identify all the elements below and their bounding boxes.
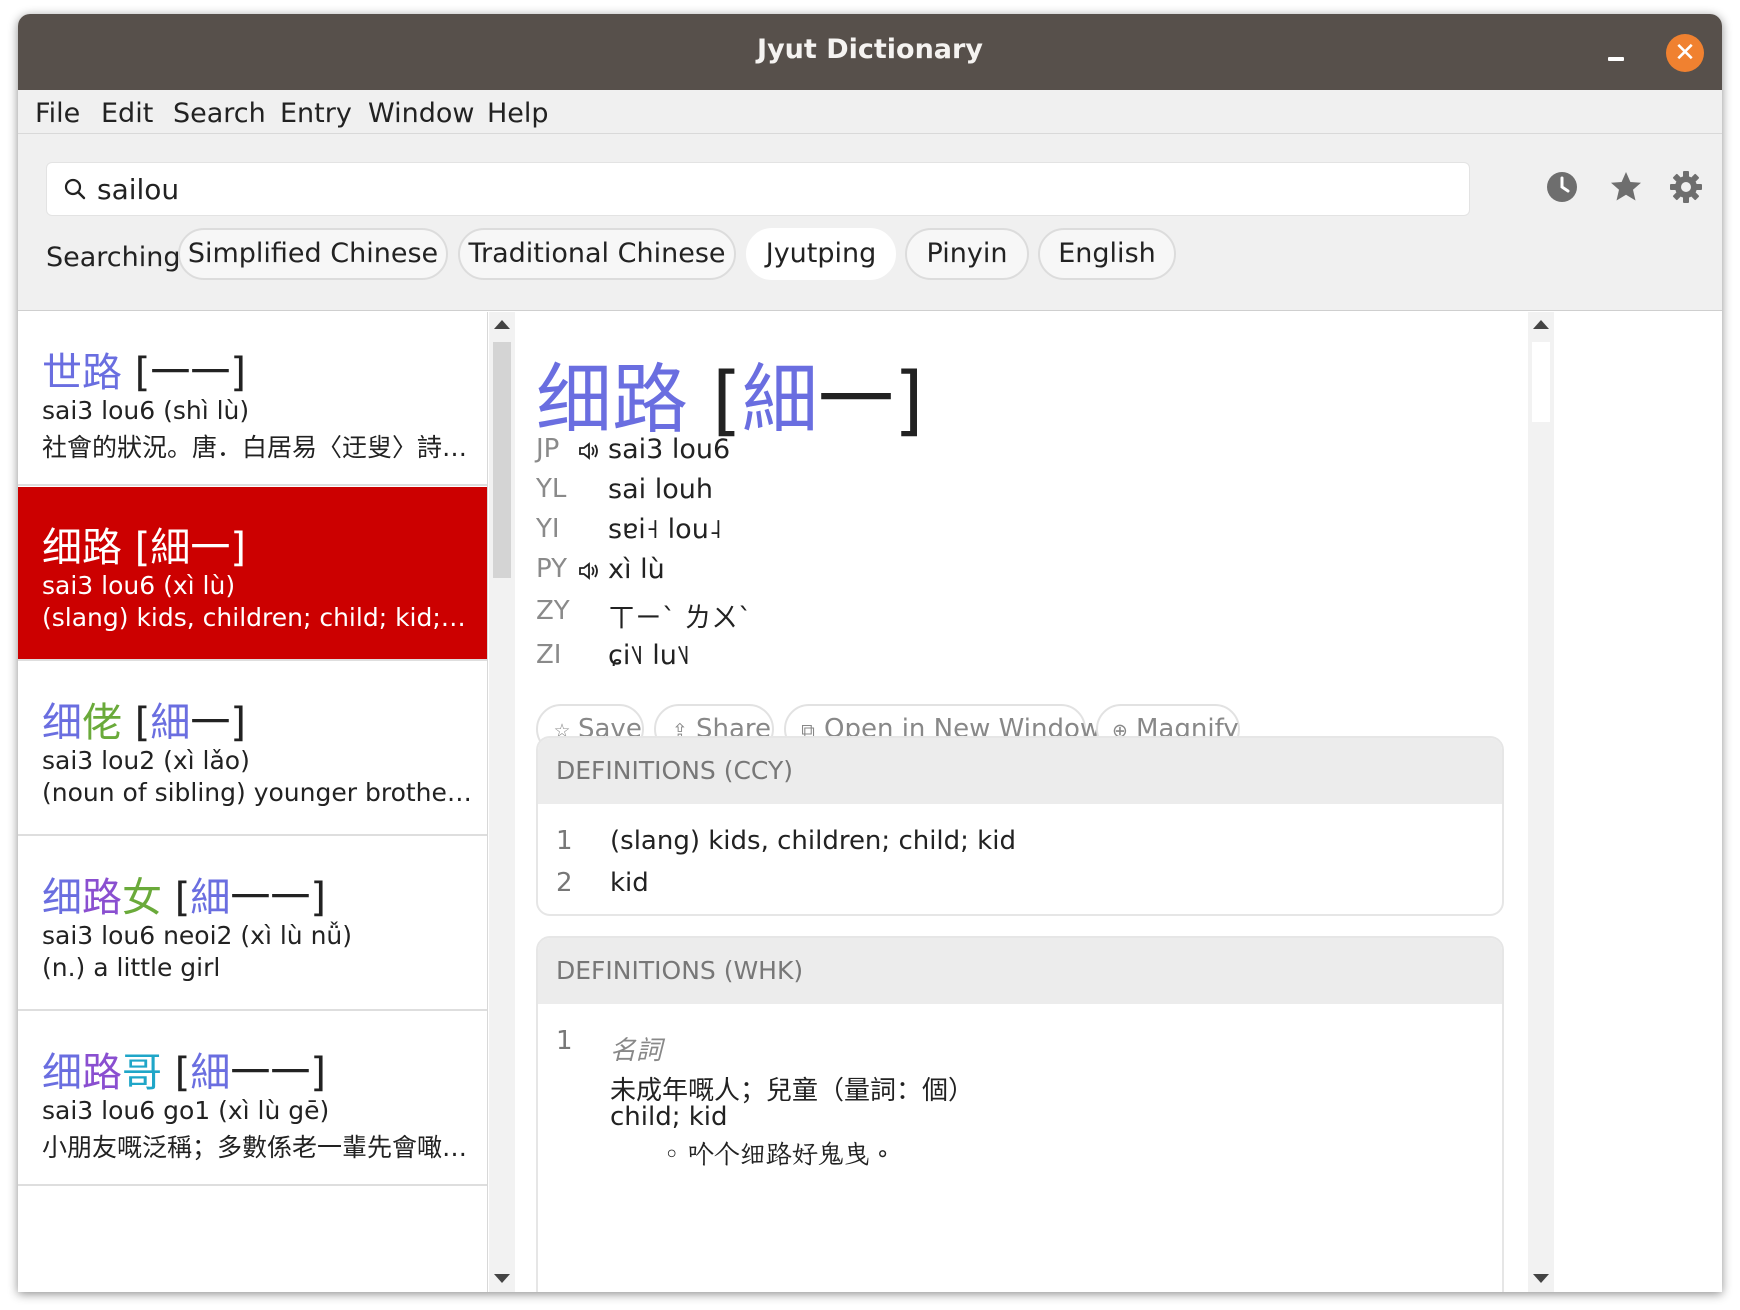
- result-item[interactable]: 细佬 [細一] sai3 lou2 (xì lǎo) (noun of sibl…: [18, 662, 487, 836]
- chip-pinyin[interactable]: Pinyin: [905, 228, 1029, 280]
- pron-value: xì lù: [608, 554, 665, 585]
- card-title: DEFINITIONS (CCY): [538, 738, 1502, 804]
- results-scroll-thumb[interactable]: [493, 342, 511, 578]
- pron-label: ZI: [536, 640, 562, 670]
- results-scrollbar[interactable]: [489, 312, 515, 1292]
- card-title: DEFINITIONS (WHK): [538, 938, 1502, 1004]
- speaker-icon[interactable]: [578, 560, 602, 582]
- close-icon: ✕: [1674, 38, 1696, 68]
- detail-scrollbar[interactable]: [1528, 312, 1554, 1292]
- search-input[interactable]: [97, 169, 1457, 209]
- result-definition: 社會的狀況。唐．白居易〈迂叟〉詩：...: [42, 433, 472, 462]
- search-box[interactable]: [46, 162, 1470, 216]
- result-pronunciation: sai3 lou6 go1 (xì lù gē): [42, 1096, 330, 1125]
- scroll-down-icon[interactable]: [494, 1274, 510, 1283]
- result-item-selected[interactable]: 细路 [細一] sai3 lou6 (xì lù) (slang) kids, …: [18, 487, 487, 661]
- minimize-button[interactable]: [1608, 57, 1624, 61]
- definitions-card-ccy: DEFINITIONS (CCY) 1 (slang) kids, childr…: [536, 736, 1504, 916]
- close-button[interactable]: ✕: [1666, 34, 1704, 72]
- result-headword: 细路哥 [細一一]: [42, 1050, 326, 1096]
- history-icon[interactable]: [1544, 169, 1580, 205]
- search-panel: Searching: Simplified Chinese Traditiona…: [18, 134, 1722, 311]
- result-item[interactable]: 细路女 [細一一] sai3 lou6 neoi2 (xì lù nǚ) (n.…: [18, 837, 487, 1011]
- pron-value: sai3 lou6: [608, 434, 731, 465]
- result-pronunciation: sai3 lou6 (xì lù): [42, 571, 236, 600]
- detail-scroll-thumb[interactable]: [1532, 342, 1550, 422]
- chip-english[interactable]: English: [1038, 228, 1176, 280]
- menu-edit[interactable]: Edit: [101, 98, 153, 129]
- pron-label: ZY: [536, 596, 570, 626]
- pron-value: sai louh: [608, 474, 713, 505]
- result-headword: 细佬 [細一]: [42, 700, 246, 746]
- result-traditional: [一一]: [134, 350, 246, 396]
- searching-label: Searching:: [46, 242, 190, 273]
- result-pronunciation: sai3 lou6 neoi2 (xì lù nǚ): [42, 921, 353, 950]
- entry-headword: 细路 [細一]: [536, 338, 923, 448]
- chip-simplified-chinese[interactable]: Simplified Chinese: [178, 228, 448, 280]
- scroll-up-icon[interactable]: [494, 320, 510, 329]
- pron-label: JP: [536, 434, 560, 464]
- definition-number: 1: [556, 826, 573, 856]
- entry-traditional-rest: 一: [817, 355, 894, 444]
- result-traditional: [細一]: [134, 525, 246, 571]
- entry-bracket-close: ]: [893, 355, 924, 444]
- pron-label: YI: [536, 514, 560, 544]
- pron-label: YL: [536, 474, 567, 504]
- settings-gear-icon[interactable]: [1668, 169, 1704, 205]
- result-definition: (slang) kids, children; child; kid; kid: [42, 603, 472, 632]
- chip-jyutping[interactable]: Jyutping: [746, 228, 896, 280]
- definition-text: kid: [610, 868, 649, 898]
- result-item[interactable]: 细路哥 [細一一] sai3 lou6 go1 (xì lù gē) 小朋友嘅泛…: [18, 1012, 487, 1186]
- pron-value: ɕi˥˩ lu˥˩: [608, 640, 691, 671]
- title-bar[interactable]: Jyut Dictionary ✕: [18, 14, 1722, 90]
- result-pronunciation: sai3 lou6 (shì lù): [42, 396, 250, 425]
- menu-file[interactable]: File: [35, 98, 80, 129]
- definition-number: 1: [556, 1026, 573, 1056]
- scroll-down-icon[interactable]: [1533, 1274, 1549, 1283]
- definitions-card-whk: DEFINITIONS (WHK) 1 名詞 未成年嘅人；兒童（量詞：個） ch…: [536, 936, 1504, 1292]
- pron-value: sɐi˧ lou˨: [608, 514, 723, 545]
- menu-help[interactable]: Help: [487, 98, 549, 129]
- entry-simplified: 细路: [536, 355, 688, 444]
- favourites-icon[interactable]: [1608, 169, 1644, 205]
- definition-number: 2: [556, 868, 573, 898]
- definition-text: (slang) kids, children; child; kid: [610, 826, 1016, 856]
- results-list[interactable]: 世路 [一一] sai3 lou6 (shì lù) 社會的狀況。唐．白居易〈迂…: [18, 312, 488, 1292]
- result-definition: 小朋友嘅泛稱；多數係老一輩先會噉叫...: [42, 1133, 472, 1162]
- menu-entry[interactable]: Entry: [280, 98, 352, 129]
- part-of-speech: 名詞: [610, 1036, 663, 1066]
- result-simplified: 细路: [42, 525, 122, 571]
- scroll-up-icon[interactable]: [1533, 320, 1549, 329]
- result-headword: 世路 [一一]: [42, 340, 246, 398]
- app-window: Jyut Dictionary ✕ File Edit Search Entry…: [18, 14, 1722, 1292]
- example-sentence: ◦ 𠮶个细路好鬼曳。: [664, 1140, 896, 1170]
- menu-window[interactable]: Window: [368, 98, 474, 129]
- speaker-icon[interactable]: [578, 440, 602, 462]
- search-icon: [64, 178, 86, 200]
- pron-label: PY: [536, 554, 567, 584]
- result-simplified: 世路: [42, 350, 122, 396]
- chip-traditional-chinese[interactable]: Traditional Chinese: [458, 228, 736, 280]
- pron-value: ㄒㄧˋ ㄌㄨˋ: [608, 603, 752, 634]
- entry-traditional: 細: [741, 355, 818, 444]
- result-headword: 细路 [細一]: [42, 515, 246, 573]
- menu-search[interactable]: Search: [173, 98, 266, 129]
- menu-bar: File Edit Search Entry Window Help: [18, 90, 1722, 134]
- result-definition: (noun of sibling) younger brother;...: [42, 778, 472, 807]
- result-definition: (n.) a little girl: [42, 953, 221, 982]
- result-item[interactable]: 世路 [一一] sai3 lou6 (shì lù) 社會的狀況。唐．白居易〈迂…: [18, 312, 487, 486]
- entry-detail: 细路 [細一] JP sai3 lou6 YL sai louh YI sɐi˧…: [516, 312, 1518, 1292]
- entry-bracket-open: [: [712, 355, 742, 444]
- window-title: Jyut Dictionary: [757, 34, 983, 65]
- result-headword: 细路女 [細一一]: [42, 875, 326, 921]
- definition-text-english: child; kid: [610, 1102, 728, 1132]
- result-pronunciation: sai3 lou2 (xì lǎo): [42, 746, 250, 775]
